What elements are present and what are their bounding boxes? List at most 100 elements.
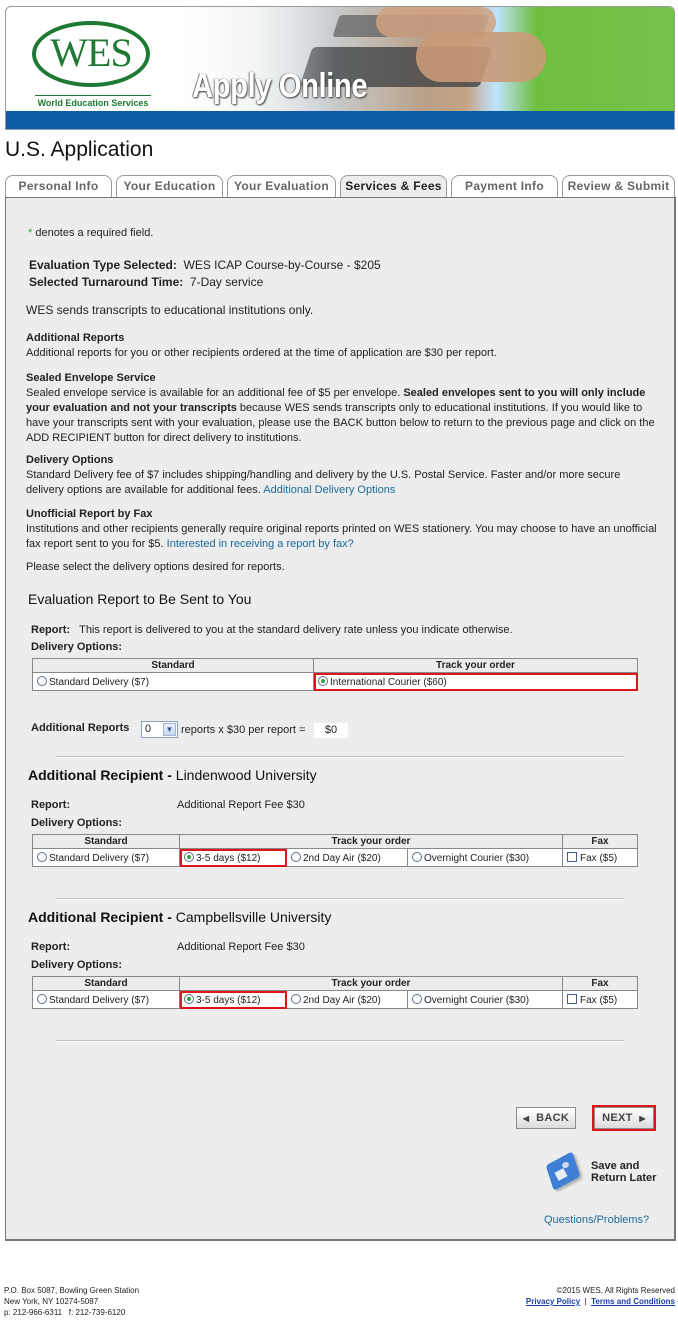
- radio-selected-icon[interactable]: [184, 993, 194, 1004]
- col-track: Track your order: [179, 834, 563, 849]
- next-button[interactable]: NEXT ▶: [592, 1105, 656, 1131]
- services-fees-panel: * denotes a required field. Evaluation T…: [5, 197, 676, 1241]
- recipient-name: Campbellsville University: [175, 909, 332, 925]
- radio-icon[interactable]: [291, 851, 301, 862]
- tab-services-fees[interactable]: Services & Fees: [340, 175, 447, 199]
- col-fax: Fax: [562, 834, 638, 849]
- tab-payment-info[interactable]: Payment Info: [451, 175, 558, 198]
- recipient-report-fee: Additional Report Fee $30: [177, 799, 305, 811]
- delivery-options-label: Delivery Options:: [31, 817, 123, 829]
- delivery-options-label: Delivery Options:: [31, 959, 123, 971]
- arrow-right-icon: ▶: [639, 1114, 646, 1123]
- wes-logo[interactable]: WES World Education Services: [28, 17, 158, 109]
- option-2nd-day-air[interactable]: 2nd Day Air ($20): [286, 848, 408, 867]
- radio-icon[interactable]: [412, 993, 422, 1004]
- page-title: U.S. Application: [5, 138, 154, 161]
- tab-bar: Personal Info Your Education Your Evalua…: [5, 175, 677, 199]
- radio-selected-icon[interactable]: [184, 851, 194, 862]
- tab-your-evaluation[interactable]: Your Evaluation: [227, 175, 336, 198]
- select-prompt: Please select the delivery options desir…: [26, 561, 285, 573]
- chevron-down-icon[interactable]: ▼: [163, 723, 176, 736]
- divider: [56, 898, 624, 900]
- additional-reports-info: Additional Reports Additional reports fo…: [26, 331, 656, 361]
- recipient-delivery-table: Standard Track your order Fax Standard D…: [32, 976, 638, 1009]
- col-standard: Standard: [32, 834, 180, 849]
- sealed-envelope-info: Sealed Envelope Service Sealed envelope …: [26, 371, 661, 446]
- banner-bar: [6, 111, 674, 129]
- turnaround-time: Selected Turnaround Time: 7-Day service: [29, 275, 263, 290]
- turnaround-value: 7-Day service: [189, 275, 264, 289]
- option-3-5-days[interactable]: 3-5 days ($12): [179, 990, 287, 1009]
- required-note: * denotes a required field.: [28, 227, 154, 239]
- save-disk-icon[interactable]: [544, 1151, 582, 1191]
- tab-your-education[interactable]: Your Education: [116, 175, 223, 198]
- option-standard-delivery[interactable]: Standard Delivery ($7): [32, 990, 180, 1009]
- additional-reports-text: reports x $30 per report =: [181, 724, 306, 736]
- option-overnight-courier[interactable]: Overnight Courier ($30): [407, 848, 563, 867]
- recipient-report-label: Report:: [31, 941, 71, 953]
- col-track: Track your order: [313, 658, 638, 673]
- eval-type-value: WES ICAP Course-by-Course - $205: [183, 258, 381, 272]
- recipient-report-label: Report:: [31, 799, 71, 811]
- back-button[interactable]: ◀ BACK: [516, 1107, 576, 1129]
- recipient-report-fee: Additional Report Fee $30: [177, 941, 305, 953]
- arrow-left-icon: ◀: [522, 1114, 530, 1123]
- terms-conditions-link[interactable]: Terms and Conditions: [591, 1297, 675, 1306]
- additional-delivery-options-link[interactable]: Additional Delivery Options: [263, 484, 395, 496]
- banner-title: Apply Online: [192, 67, 368, 105]
- checkbox-icon[interactable]: [567, 993, 577, 1004]
- section-text: Standard Delivery fee of $7 includes shi…: [26, 469, 621, 496]
- option-standard-delivery[interactable]: Standard Delivery ($7): [32, 848, 180, 867]
- additional-reports-total: $0: [314, 723, 348, 738]
- copyright: ©2015 WES, All Rights Reserved: [556, 1286, 675, 1295]
- additional-reports-label: Additional Reports: [31, 722, 130, 734]
- radio-icon[interactable]: [412, 851, 422, 862]
- radio-icon[interactable]: [37, 675, 47, 686]
- divider: [56, 1040, 624, 1042]
- divider: [56, 756, 624, 758]
- radio-icon[interactable]: [37, 851, 47, 862]
- radio-icon[interactable]: [37, 993, 47, 1004]
- option-standard-delivery[interactable]: Standard Delivery ($7): [32, 672, 314, 691]
- fax-report-link[interactable]: Interested in receiving a report by fax?: [167, 538, 354, 550]
- col-standard: Standard: [32, 976, 180, 991]
- hands-image: [416, 32, 546, 82]
- section-heading: Unofficial Report by Fax: [26, 508, 153, 520]
- radio-selected-icon[interactable]: [318, 675, 328, 686]
- section-text: Additional reports for you or other reci…: [26, 347, 497, 359]
- tab-personal-info[interactable]: Personal Info: [5, 175, 112, 198]
- eval-report-desc: Report: This report is delivered to you …: [31, 624, 513, 636]
- section-heading: Sealed Envelope Service: [26, 372, 156, 384]
- eval-type-label: Evaluation Type Selected:: [29, 258, 177, 272]
- delivery-options-info: Delivery Options Standard Delivery fee o…: [26, 453, 661, 498]
- header-banner: WES World Education Services Apply Onlin…: [5, 6, 675, 130]
- logo-subtitle: World Education Services: [37, 98, 149, 108]
- privacy-policy-link[interactable]: Privacy Policy: [526, 1297, 580, 1306]
- questions-problems-link[interactable]: Questions/Problems?: [544, 1213, 649, 1228]
- footer-legal: ©2015 WES, All Rights Reserved Privacy P…: [525, 1286, 675, 1306]
- option-fax[interactable]: Fax ($5): [562, 990, 638, 1009]
- additional-reports-quantity-select[interactable]: 0 ▼: [141, 721, 178, 738]
- option-overnight-courier[interactable]: Overnight Courier ($30): [407, 990, 563, 1009]
- col-fax: Fax: [562, 976, 638, 991]
- section-heading: Delivery Options: [26, 454, 114, 466]
- transcripts-note: WES sends transcripts to educational ins…: [26, 303, 314, 317]
- section-text: Sealed envelope service is available for…: [26, 387, 655, 444]
- option-international-courier[interactable]: International Courier ($60): [313, 672, 638, 691]
- evaluation-type: Evaluation Type Selected: WES ICAP Cours…: [29, 258, 381, 273]
- option-3-5-days[interactable]: 3-5 days ($12): [179, 848, 287, 867]
- tab-review-submit[interactable]: Review & Submit: [562, 175, 675, 198]
- logo-text: WES: [50, 30, 132, 75]
- fax-info: Unofficial Report by Fax Institutions an…: [26, 507, 661, 552]
- recipient-name: Lindenwood University: [175, 767, 317, 783]
- recipient-heading: Additional Recipient - Lindenwood Univer…: [28, 767, 317, 783]
- option-2nd-day-air[interactable]: 2nd Day Air ($20): [286, 990, 408, 1009]
- recipient-heading: Additional Recipient - Campbellsville Un…: [28, 909, 332, 925]
- recipient-delivery-table: Standard Track your order Fax Standard D…: [32, 834, 638, 867]
- save-return-later-link[interactable]: Save and Return Later: [591, 1160, 656, 1184]
- delivery-options-label: Delivery Options:: [31, 641, 123, 653]
- checkbox-icon[interactable]: [567, 851, 577, 862]
- option-fax[interactable]: Fax ($5): [562, 848, 638, 867]
- section-text: Institutions and other recipients genera…: [26, 523, 657, 550]
- radio-icon[interactable]: [291, 993, 301, 1004]
